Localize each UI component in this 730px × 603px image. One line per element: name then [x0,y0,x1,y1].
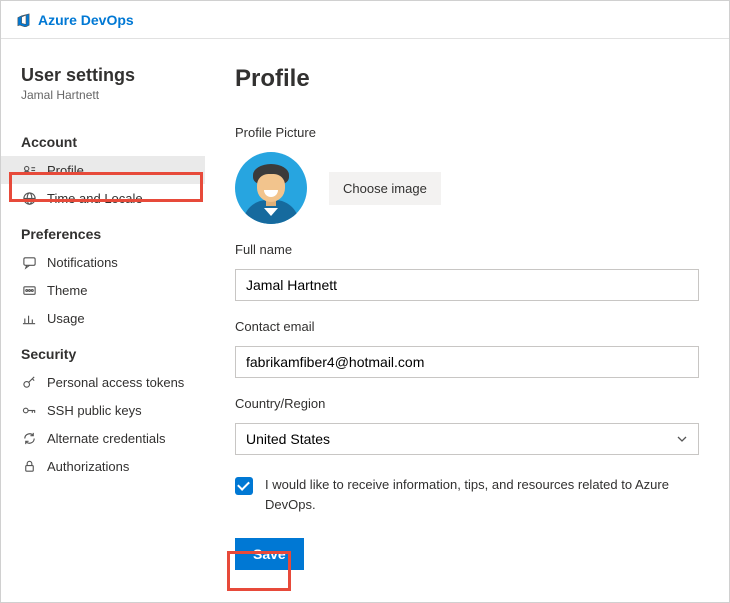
main-content: Profile Profile Picture Choose image Ful… [205,39,729,602]
sidebar-title: User settings [1,65,205,88]
group-header-security: Security [1,332,205,368]
person-card-icon [21,162,37,178]
sidebar-item-usage[interactable]: Usage [1,304,205,332]
ssh-key-icon [21,402,37,418]
profile-picture-label: Profile Picture [235,125,699,140]
sidebar-item-alt-creds[interactable]: Alternate credentials [1,424,205,452]
sidebar-item-profile[interactable]: Profile [1,156,205,184]
choose-image-button[interactable]: Choose image [329,172,441,205]
sidebar-item-label: Personal access tokens [47,375,184,390]
sidebar-item-notifications[interactable]: Notifications [1,248,205,276]
chart-icon [21,310,37,326]
globe-icon [21,190,37,206]
sidebar-item-label: SSH public keys [47,403,142,418]
sidebar-item-ssh[interactable]: SSH public keys [1,396,205,424]
group-header-preferences: Preferences [1,212,205,248]
optin-label: I would like to receive information, tip… [265,475,699,514]
lock-icon [21,458,37,474]
save-button[interactable]: Save [235,538,304,570]
sidebar: User settings Jamal Hartnett Account Pro… [1,39,205,602]
page-title: Profile [235,65,699,93]
azure-devops-icon [15,12,31,28]
country-label: Country/Region [235,396,699,411]
key-icon [21,374,37,390]
sidebar-item-label: Profile [47,163,84,178]
sidebar-item-authorizations[interactable]: Authorizations [1,452,205,480]
sidebar-item-label: Time and Locale [47,191,143,206]
sidebar-item-label: Usage [47,311,85,326]
sidebar-subtitle: Jamal Hartnett [1,88,205,120]
brand-link[interactable]: Azure DevOps [15,12,134,28]
brand-name: Azure DevOps [38,12,134,28]
sidebar-item-time-locale[interactable]: Time and Locale [1,184,205,212]
topbar: Azure DevOps [1,1,729,39]
sidebar-item-label: Notifications [47,255,118,270]
avatar [235,152,307,224]
country-select[interactable]: United States [235,423,699,455]
email-field[interactable] [235,346,699,378]
sidebar-item-label: Authorizations [47,459,129,474]
sidebar-item-label: Theme [47,283,87,298]
palette-icon [21,282,37,298]
speech-icon [21,254,37,270]
sidebar-item-pat[interactable]: Personal access tokens [1,368,205,396]
sidebar-item-label: Alternate credentials [47,431,166,446]
sidebar-item-theme[interactable]: Theme [1,276,205,304]
email-label: Contact email [235,319,699,334]
refresh-icon [21,430,37,446]
fullname-label: Full name [235,242,699,257]
optin-checkbox[interactable] [235,477,253,495]
fullname-field[interactable] [235,269,699,301]
group-header-account: Account [1,120,205,156]
